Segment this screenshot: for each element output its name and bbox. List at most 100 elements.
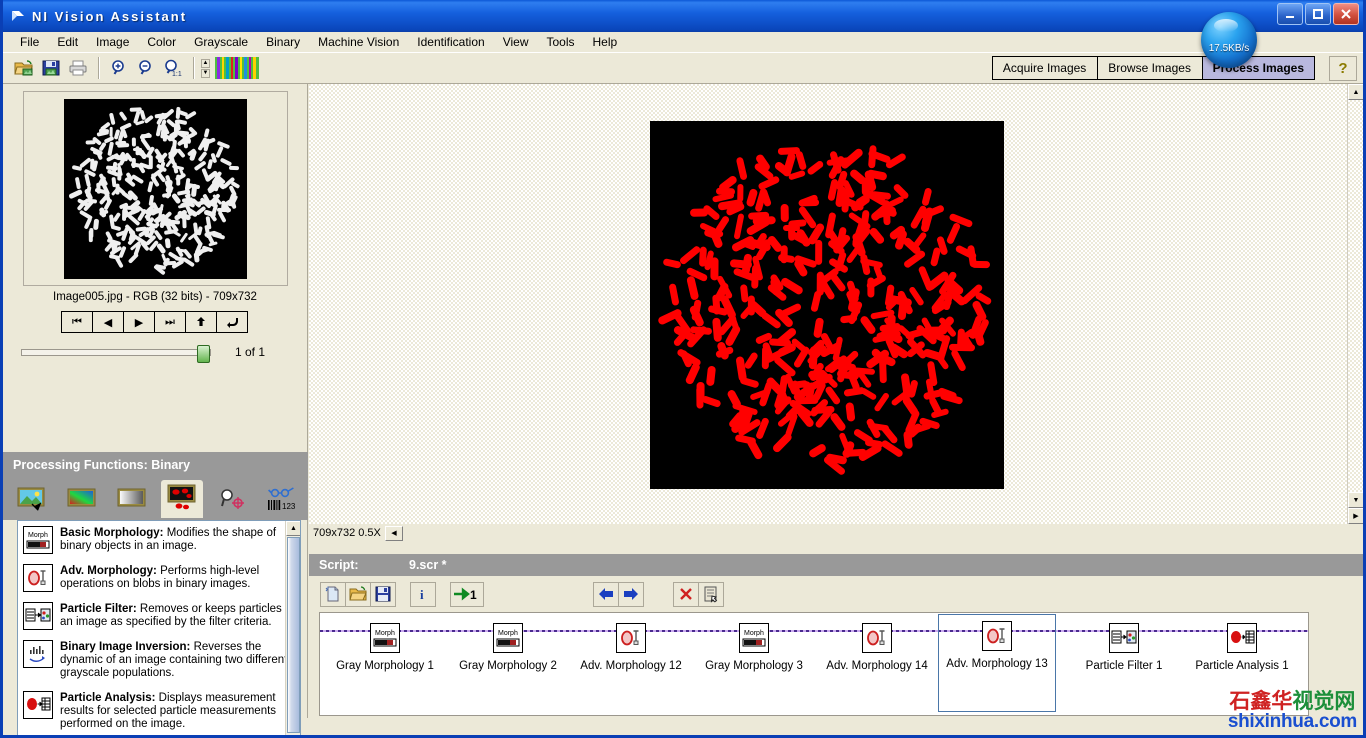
network-speed-bubble[interactable]: 17.5KB/s [1201, 12, 1257, 68]
particle [711, 258, 719, 281]
adv-morph-icon [23, 564, 53, 592]
step-info-button[interactable]: i [410, 582, 436, 607]
next-step-button[interactable] [618, 582, 644, 607]
script-step-selected[interactable]: Adv. Morphology 13 [938, 614, 1056, 712]
image-position-slider[interactable] [21, 349, 211, 356]
tab-acquire-images[interactable]: Acquire Images [992, 56, 1098, 80]
tab-browse-images[interactable]: Browse Images [1097, 56, 1203, 80]
list-item[interactable]: Particle Filter: Removes or keeps partic… [18, 597, 300, 635]
palette-spinner-up[interactable]: ▲ [201, 59, 210, 68]
function-title: Particle Analysis: [60, 692, 155, 704]
tab-color[interactable] [61, 480, 103, 518]
particle [217, 210, 226, 223]
script-step-label: Adv. Morphology 14 [826, 660, 927, 672]
menu-item-help[interactable]: Help [584, 33, 627, 51]
palette-spinner-down[interactable]: ▼ [201, 69, 210, 78]
particle [815, 239, 822, 264]
particle [805, 159, 824, 176]
particle [929, 247, 941, 267]
help-button[interactable]: ? [1329, 56, 1357, 81]
tab-identification[interactable]: 123 [261, 480, 303, 518]
script-step[interactable]: Morph Gray Morphology 3 [695, 617, 813, 683]
list-item-label: Binary Image Inversion: Reverses the dyn… [60, 640, 296, 681]
particle [75, 177, 81, 189]
particle [94, 219, 100, 230]
list-item[interactable]: Particle Analysis: Displays measurement … [18, 686, 300, 737]
image-vertical-scrollbar[interactable]: ▲ ▼ ▶ [1347, 84, 1363, 524]
first-image-button[interactable]: ⏮ [61, 311, 93, 333]
previous-image-button[interactable]: ◀ [92, 311, 124, 333]
slider-thumb[interactable] [197, 345, 210, 363]
script-step[interactable]: Morph Gray Morphology 2 [449, 617, 567, 683]
image-display-area[interactable]: ▲ ▼ ▶ [309, 84, 1363, 524]
script-step[interactable]: Particle Analysis 1 [1183, 617, 1301, 683]
function-list[interactable]: Morph Basic Morphology: Modifies the sha… [17, 520, 301, 738]
script-edit-group [674, 582, 724, 607]
menu-item-view[interactable]: View [494, 33, 538, 51]
menu-item-tools[interactable]: Tools [537, 33, 583, 51]
delete-step-button[interactable] [673, 582, 699, 607]
zoom-actual-icon[interactable]: 1:1 [160, 56, 186, 81]
script-step-strip[interactable]: Morph Gray Morphology 1 Morph [319, 612, 1309, 716]
image-scroll-up-button[interactable]: ▲ [1348, 84, 1363, 100]
particle [795, 396, 819, 404]
menu-item-edit[interactable]: Edit [48, 33, 87, 51]
next-image-button[interactable]: ▶ [123, 311, 155, 333]
processed-image-canvas[interactable] [650, 121, 1004, 489]
previous-step-button[interactable] [593, 582, 619, 607]
run-once-button[interactable]: 1 [450, 582, 484, 607]
return-button[interactable] [216, 311, 248, 333]
menu-item-binary[interactable]: Binary [257, 33, 309, 51]
script-step[interactable]: Morph Gray Morphology 1 [326, 617, 444, 683]
open-image-icon[interactable] [11, 56, 37, 81]
menu-item-machine-vision[interactable]: Machine Vision [309, 33, 408, 51]
save-script-button[interactable] [370, 582, 396, 607]
open-folder-up-button[interactable] [185, 311, 217, 333]
toolbar-separator-2 [193, 57, 194, 79]
script-step[interactable]: Adv. Morphology 12 [572, 617, 690, 683]
tab-image[interactable] [11, 480, 53, 518]
tab-binary[interactable] [161, 480, 203, 518]
new-script-button[interactable] [320, 582, 346, 607]
minimize-button[interactable] [1277, 3, 1303, 25]
menu-item-identification[interactable]: Identification [408, 33, 493, 51]
save-image-icon[interactable] [38, 56, 64, 81]
list-item-label: Basic Morphology: Modifies the shape of … [60, 526, 296, 554]
maximize-button[interactable] [1305, 3, 1331, 25]
last-image-button[interactable]: ⏭ [154, 311, 186, 333]
palette-spinner[interactable]: ▲ ▼ [201, 59, 210, 78]
particle [135, 150, 146, 159]
menu-item-file[interactable]: File [11, 33, 48, 51]
open-script-button[interactable] [345, 582, 371, 607]
script-step[interactable]: Particle Filter 1 [1065, 617, 1183, 683]
copy-step-button[interactable] [698, 582, 724, 607]
menu-item-grayscale[interactable]: Grayscale [185, 33, 257, 51]
list-item[interactable]: Binary Image Inversion: Reverses the dyn… [18, 635, 300, 686]
print-icon[interactable] [65, 56, 91, 81]
color-palette-icon[interactable] [213, 56, 261, 81]
particle [165, 238, 171, 249]
image-thumbnail[interactable] [64, 99, 247, 279]
tab-grayscale[interactable] [111, 480, 153, 518]
scroll-up-button[interactable]: ▲ [286, 521, 301, 536]
image-scroll-down-button[interactable]: ▼ [1348, 492, 1363, 508]
particle [796, 151, 807, 171]
particle [730, 259, 752, 269]
particle [778, 302, 803, 319]
image-horizontal-scroll-left-button[interactable]: ◀ [385, 526, 403, 541]
particle [122, 209, 126, 221]
tab-machine-vision[interactable] [211, 480, 253, 518]
zoom-out-icon[interactable] [133, 56, 159, 81]
menu-item-image[interactable]: Image [87, 33, 138, 51]
svg-text:Morph: Morph [498, 630, 518, 637]
zoom-in-icon[interactable] [106, 56, 132, 81]
function-list-scrollbar[interactable]: ▲ ▼ [285, 521, 300, 738]
close-button[interactable] [1333, 3, 1359, 25]
image-scroll-right-button[interactable]: ▶ [1348, 508, 1363, 524]
particle [207, 159, 213, 170]
script-step[interactable]: Adv. Morphology 14 [818, 617, 936, 683]
menu-item-color[interactable]: Color [138, 33, 185, 51]
list-item[interactable]: Morph Basic Morphology: Modifies the sha… [18, 521, 300, 559]
list-item[interactable]: Adv. Morphology: Performs high-level ope… [18, 559, 300, 597]
scrollbar-thumb[interactable] [287, 537, 300, 733]
